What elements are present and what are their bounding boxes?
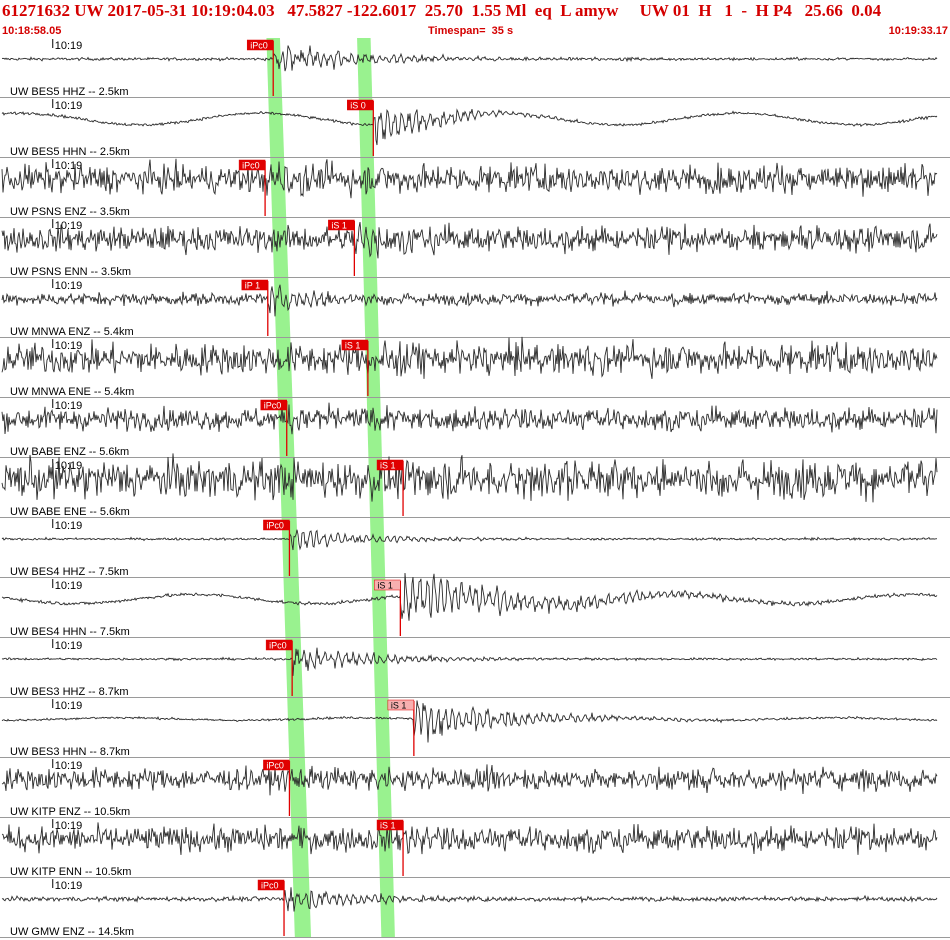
seismogram-panel[interactable]: 10:19 iPc0 UW BES5 HHZ -- 2.5km 10:19 iS 0 UW… bbox=[0, 38, 950, 940]
event-header: 61271632 UW 2017-05-31 10:19:04.03 47.58… bbox=[0, 0, 950, 38]
pick-label: iS 0 bbox=[350, 101, 366, 111]
minute-tick-label: 10:19 bbox=[55, 280, 83, 292]
waveform bbox=[1, 887, 938, 912]
pick-label: iPc0 bbox=[261, 881, 279, 891]
waveform bbox=[1, 700, 938, 743]
station-label: UW MNWA ENE -- 5.4km bbox=[10, 386, 134, 398]
trace-row[interactable]: 10:19 iS 0 UW BES5 HHN -- 2.5km bbox=[0, 99, 950, 158]
station-label: UW BES3 HHZ -- 8.7km bbox=[10, 686, 129, 698]
time-range-bar: 10:18:58.05 Timespan= 35 s 10:19:33.17 bbox=[0, 25, 950, 38]
pick-label: iPc0 bbox=[242, 161, 260, 171]
waveform bbox=[1, 158, 938, 199]
station-label: UW BABE ENE -- 5.6km bbox=[10, 506, 130, 518]
pick-label: iPc0 bbox=[264, 401, 282, 411]
waveform bbox=[1, 453, 938, 503]
trace-row[interactable]: 10:19 iPc0 UW BES4 HHZ -- 7.5km bbox=[0, 519, 950, 578]
trace-row[interactable]: 10:19 iPc0 UW BABE ENZ -- 5.6km bbox=[0, 399, 950, 458]
trace-row[interactable]: 10:19 iS 1UW MNWA ENE -- 5.4km bbox=[0, 336, 950, 398]
minute-tick-label: 10:19 bbox=[55, 520, 83, 532]
waveform bbox=[1, 284, 938, 317]
pick-label: iPc0 bbox=[266, 521, 284, 531]
station-label: UW BES5 HHN -- 2.5km bbox=[10, 146, 130, 158]
pick-label: iP 1 bbox=[245, 281, 260, 291]
trace-row[interactable]: 10:19 iPc0 UW GMW ENZ -- 14.5km bbox=[0, 879, 950, 938]
station-label: UW PSNS ENN -- 3.5km bbox=[10, 266, 131, 278]
trace-row[interactable]: 10:19 iPc0 UW BES5 HHZ -- 2.5km bbox=[0, 39, 950, 98]
station-label: UW PSNS ENZ -- 3.5km bbox=[10, 206, 130, 218]
waveform bbox=[1, 108, 938, 146]
trace-row[interactable]: 10:19 iPc0 UW PSNS ENZ -- 3.5km bbox=[0, 158, 950, 218]
minute-tick-label: 10:19 bbox=[55, 220, 83, 232]
waveform bbox=[1, 647, 938, 676]
minute-tick-label: 10:19 bbox=[55, 760, 83, 772]
pick-label: iS 1 bbox=[391, 701, 407, 711]
pick-label: iS 1 bbox=[345, 341, 361, 351]
trace-row[interactable]: 10:19 iS 1 UW BES3 HHN -- 8.7km bbox=[0, 699, 950, 758]
pick-label: iPc0 bbox=[269, 641, 287, 651]
waveform bbox=[1, 572, 938, 621]
trace-row[interactable]: 10:19 iS 1UW BABE ENE -- 5.6km bbox=[0, 453, 950, 518]
station-label: UW KITP ENN -- 10.5km bbox=[10, 866, 131, 878]
pick-label: iS 1 bbox=[380, 821, 396, 831]
trace-row[interactable]: 10:19 iS 1 UW BES4 HHN -- 7.5km bbox=[0, 572, 950, 638]
station-label: UW BES4 HHN -- 7.5km bbox=[10, 626, 130, 638]
waveform bbox=[1, 822, 938, 855]
station-label: UW BES5 HHZ -- 2.5km bbox=[10, 86, 129, 98]
station-label: UW GMW ENZ -- 14.5km bbox=[10, 926, 134, 938]
pick-label: iS 1 bbox=[377, 581, 393, 591]
waveform bbox=[1, 764, 938, 796]
minute-tick-label: 10:19 bbox=[55, 400, 83, 412]
waveform bbox=[1, 529, 938, 551]
station-label: UW BES3 HHN -- 8.7km bbox=[10, 746, 130, 758]
minute-tick-label: 10:19 bbox=[55, 160, 83, 172]
waveform bbox=[1, 45, 938, 72]
station-label: UW BES4 HHZ -- 7.5km bbox=[10, 566, 129, 578]
waveform bbox=[1, 222, 938, 259]
trace-rows: 10:19 iPc0 UW BES5 HHZ -- 2.5km 10:19 iS 0 UW… bbox=[0, 39, 950, 938]
station-label: UW BABE ENZ -- 5.6km bbox=[10, 446, 129, 458]
trace-row[interactable]: 10:19 iP 1 UW MNWA ENZ -- 5.4km bbox=[0, 279, 950, 338]
station-label: UW MNWA ENZ -- 5.4km bbox=[10, 326, 134, 338]
station-label: UW KITP ENZ -- 10.5km bbox=[10, 806, 130, 818]
end-time: 10:19:33.17 bbox=[888, 25, 948, 37]
pick-label: iS 1 bbox=[380, 461, 396, 471]
trace-row[interactable]: 10:19 iPc0 UW BES3 HHZ -- 8.7km bbox=[0, 639, 950, 698]
minute-tick-label: 10:19 bbox=[55, 700, 83, 712]
minute-tick-label: 10:19 bbox=[55, 880, 83, 892]
trace-row[interactable]: 10:19 iS 1UW KITP ENN -- 10.5km bbox=[0, 819, 950, 878]
pick-label: iPc0 bbox=[266, 761, 284, 771]
pick-label: iS 1 bbox=[331, 221, 347, 231]
minute-tick-label: 10:19 bbox=[55, 40, 83, 52]
minute-tick-label: 10:19 bbox=[55, 100, 83, 112]
waveform bbox=[1, 336, 938, 379]
minute-tick-label: 10:19 bbox=[55, 580, 83, 592]
pick-label: iPc0 bbox=[250, 41, 268, 51]
start-time: 10:18:58.05 bbox=[2, 25, 62, 37]
timespan-label: Timespan= 35 s bbox=[428, 25, 514, 37]
trace-row[interactable]: 10:19 iPc0 UW KITP ENZ -- 10.5km bbox=[0, 759, 950, 818]
waveform bbox=[1, 402, 938, 435]
event-summary-line: 61271632 UW 2017-05-31 10:19:04.03 47.58… bbox=[2, 1, 882, 20]
minute-tick-label: 10:19 bbox=[55, 640, 83, 652]
trace-row[interactable]: 10:19 iS 1 UW PSNS ENN -- 3.5km bbox=[0, 219, 950, 278]
